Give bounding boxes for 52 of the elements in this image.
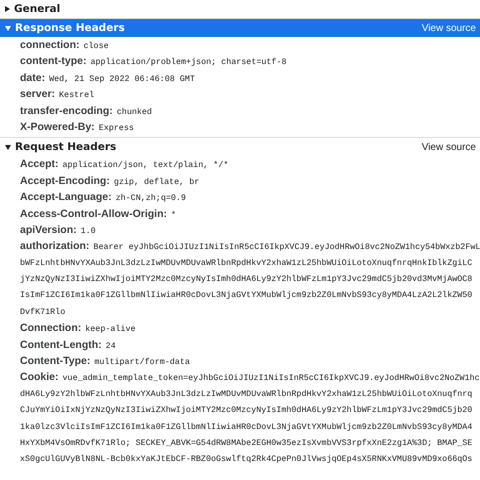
header-value: * — [171, 210, 176, 220]
header-value: Express — [98, 122, 134, 133]
header-name: Content-Length: — [20, 338, 102, 351]
section-header[interactable]: Request Headers View source — [0, 138, 480, 156]
section-header[interactable]: Response Headers View source — [0, 19, 480, 37]
header-name: Access-Control-Allow-Origin: — [20, 208, 168, 220]
header-value: multipart/form-data — [94, 357, 190, 368]
header-name: Connection: — [20, 322, 82, 334]
header-value: application/json, text/plain, */* — [62, 160, 228, 170]
header-name: X-Powered-By: — [20, 120, 95, 133]
header-value-continuation: CJuYmYiOiIxNjYzNzQyNzI3IiwiZXhwIjoiMTY2Mzc0MzcyNyIsImh0dHA6Ly9zY2hlbWFzLm1pY3Jvc29mdC5jb20 — [20, 405, 472, 416]
header-value-continuation: jYzNzQyNzI3IiwiZXhwIjoiMTY2Mzc0MzcyNyIsImh0dHA6Ly9zY2hlbWFzLm1pY3Jvc29mdC5jb20vd3MvMjAwOC8 — [20, 274, 472, 284]
header-value-continuation: IsImF1ZCI6Im1ka0F1ZGllbmNlIiwiaHR0cDovL3NjaGVtYXMubWljcm9zb2Z0LmNvbS93cy8yMDA4LzA2L2lkZW50 — [20, 290, 472, 300]
expanded-triangle-icon — [5, 26, 11, 30]
header-value: chunked — [116, 106, 152, 117]
header-value: 24 — [106, 340, 116, 351]
header-value: Bearer eyJhbGciOiJIUzI1NiIsInR5cCI6IkpXVCJ9.eyJodHRwOi8vc2NoZW1hcy54bWxzb2FwL — [93, 242, 480, 252]
section-title: General — [14, 3, 62, 15]
view-source-link[interactable]: View source — [422, 142, 476, 153]
section-header[interactable]: General — [0, 0, 480, 18]
header-value-continuation: 1ka0lzc3VlciIsImF1ZCI6Im1ka0F1ZGllbmNlIiwiaHR0cDovL3NjaGVtYXMubWljcm9zb2Z0LmNvbS93cy8yMDA4 — [20, 422, 472, 432]
header-name: transfer-encoding: — [20, 104, 113, 117]
header-value-continuation: bWFzLnhtbHNvYXAub3JnL3dzLzIwMDUvMDUvaWRlbnRpdHkvY2xhaW1zL25hbWUiOiLotoXnuqfnrqHnkIblkZgiLC — [20, 258, 472, 268]
header-name: Accept: — [20, 158, 59, 170]
header-value: Kestrel — [59, 90, 94, 100]
header-value: 1.0 — [80, 226, 96, 236]
header-value: vue_admin_template_token=eyJhbGciOiJIUzI1NiIsInR5cCI6IkpXVCJ9.eyJodHRwOi8vc2NoZW1hc — [62, 373, 480, 384]
header-name: authorization: — [20, 240, 90, 252]
header-value: close — [84, 41, 109, 51]
header-name: apiVersion: — [20, 224, 77, 236]
header-value: gzip, deflate, br — [114, 176, 200, 187]
header-name: Cookie: — [20, 371, 59, 384]
header-value-continuation: HxYXbM4VsOmRDvfK71Rlo; SECKEY_ABVK=G54dRW8MAbe2EGH0w35ezIsXvmbVVS3rpfxXnE2zg1A%3D; BMAP_SE — [20, 438, 472, 448]
header-name: Content-Type: — [20, 355, 90, 368]
header-name: Accept-Language: — [20, 191, 112, 204]
header-value-continuation: DvfK71Rlo — [20, 306, 66, 317]
section-title: Request Headers — [15, 141, 118, 154]
section-title: Response Headers — [15, 22, 126, 34]
header-name: content-type: — [20, 55, 86, 68]
header-value: application/problem+json; charset=utf-8 — [90, 57, 287, 68]
header-value: keep-alive — [85, 324, 136, 334]
expanded-triangle-icon — [5, 144, 11, 150]
header-name: connection: — [20, 39, 80, 51]
header-value-continuation: dHA6Ly9zY2hlbWFzLnhtbHNvYXAub3JnL3dzLzIwMDUvMDUvaWRlbnRpdHkvY2xhaW1zL25hbWUiOiLotoXnuqfnrq — [20, 388, 472, 399]
header-name: date: — [20, 72, 46, 84]
collapsed-triangle-icon — [5, 6, 10, 12]
header-value-continuation: xS0gcUlGUVyBlN8NL-Bcb0kxYaKJtEbCF-RBZ0oGswlftq2Rk4CpePn0JlVwsjqOEp4sX5RNKxVMU89vMD9xo66qOs — [20, 454, 472, 464]
header-name: server: — [20, 88, 56, 100]
header-name: Accept-Encoding: — [20, 174, 110, 187]
header-value: Wed, 21 Sep 2022 06:46:08 GMT — [49, 74, 195, 84]
view-source-link[interactable]: View source — [422, 22, 476, 34]
header-value: zh-CN,zh;q=0.9 — [116, 193, 186, 204]
